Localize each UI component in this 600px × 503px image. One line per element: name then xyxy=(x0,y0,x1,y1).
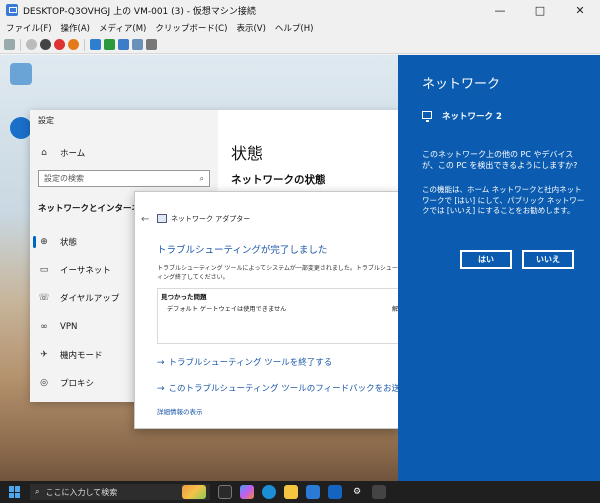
edge-desktop-icon[interactable] xyxy=(10,117,32,139)
taskbar-search-input[interactable]: ⌕ ここに入力して検索 xyxy=(30,484,210,500)
search-icon: ⌕ xyxy=(35,487,40,496)
nav-dialup-label: ダイヤルアップ xyxy=(60,294,120,304)
ctrl-alt-del-icon[interactable] xyxy=(4,39,15,50)
menu-file[interactable]: ファイル(F) xyxy=(6,22,52,34)
search-placeholder: 設定の検索 xyxy=(44,174,84,183)
file-explorer-icon[interactable] xyxy=(284,485,298,499)
menu-view[interactable]: 表示(V) xyxy=(236,22,265,34)
menu-action[interactable]: 操作(A) xyxy=(61,22,90,34)
recycle-bin-icon[interactable] xyxy=(10,63,32,85)
settings-gear-icon[interactable]: ⚙ xyxy=(350,485,364,499)
home-icon: ⌂ xyxy=(41,148,47,158)
search-highlight-art-icon xyxy=(182,485,206,499)
vpn-icon: ∞ xyxy=(40,322,48,332)
completion-heading: トラブルシューティングが完了しました xyxy=(157,245,328,256)
store-icon[interactable] xyxy=(306,485,320,499)
outlook-icon[interactable] xyxy=(328,485,342,499)
minimize-button[interactable]: — xyxy=(480,0,520,20)
menu-help[interactable]: ヘルプ(H) xyxy=(275,22,314,34)
window-title: DESKTOP-Q3OVHGJ 上の VM-001 (3) - 仮想マシン接続 xyxy=(23,6,256,17)
page-subtitle: ネットワークの状態 xyxy=(231,174,326,186)
network-tray-icon[interactable] xyxy=(372,485,386,499)
yes-button[interactable]: はい xyxy=(460,250,512,269)
vm-connect-icon xyxy=(6,4,18,16)
checkpoint-icon[interactable] xyxy=(118,39,129,50)
discovery-question: このネットワーク上の他の PC やデバイスが、この PC を検出できるようにしま… xyxy=(422,150,578,170)
save-icon[interactable] xyxy=(68,39,79,50)
phone-icon: ☏ xyxy=(38,293,50,303)
maximize-button[interactable]: □ xyxy=(520,0,560,20)
reset-icon[interactable] xyxy=(104,39,115,50)
toolbar-separator xyxy=(20,38,21,51)
turn-off-icon[interactable] xyxy=(40,39,51,50)
feedback-link[interactable]: →このトラブルシューティング ツールのフィードバックをお送りください xyxy=(157,382,400,394)
toolbar-separator xyxy=(84,38,85,51)
nav-airplane[interactable]: ✈ 機内モード xyxy=(38,349,103,361)
taskbar: ⌕ ここに入力して検索 ⚙ xyxy=(0,481,600,503)
globe-icon: ⊕ xyxy=(40,237,48,247)
flyout-title: ネットワーク xyxy=(422,77,501,92)
page-title: 状態 xyxy=(231,144,264,163)
monitor-network-icon xyxy=(422,111,432,122)
proxy-globe-icon: ◎ xyxy=(40,378,48,388)
problem-item: デフォルト ゲートウェイは使用できません xyxy=(167,306,287,313)
arrow-right-icon: → xyxy=(157,384,165,394)
windows-logo-icon xyxy=(9,486,14,492)
search-icon: ⌕ xyxy=(199,173,204,183)
pause-icon[interactable] xyxy=(90,39,101,50)
menu-media[interactable]: メディア(M) xyxy=(99,22,146,34)
feedback-label: このトラブルシューティング ツールのフィードバックをお送りください xyxy=(168,384,400,394)
network-flyout: ネットワーク ネットワーク 2 このネットワーク上の他の PC やデバイスが、こ… xyxy=(398,55,600,503)
dialog-title: ネットワーク アダプター xyxy=(171,215,251,223)
close-button[interactable]: ✕ xyxy=(560,0,600,20)
problems-found-box: 見つかった問題 デフォルト ゲートウェイは使用できません 解決済 xyxy=(157,288,399,344)
shutdown-icon[interactable] xyxy=(54,39,65,50)
back-arrow-icon[interactable]: ← xyxy=(141,214,149,225)
nav-home[interactable]: ⌂ ホーム xyxy=(38,147,85,159)
nav-vpn[interactable]: ∞ VPN xyxy=(38,321,77,333)
detail-info-link[interactable]: 詳細情報の表示 xyxy=(157,406,203,416)
troubleshooter-dialog: ← ネットワーク アダプター トラブルシューティングが完了しました トラブルシュ… xyxy=(134,191,400,429)
host-toolbar xyxy=(0,36,600,54)
settings-search-input[interactable]: 設定の検索 ⌕ xyxy=(38,170,210,187)
start-button[interactable] xyxy=(9,486,21,498)
completion-description: トラブルシューティング ツールによってシステムが一部変更されました。トラブルシュ… xyxy=(157,265,400,281)
nav-airplane-label: 機内モード xyxy=(60,351,103,361)
problems-header: 見つかった問題 xyxy=(161,293,207,301)
start-icon[interactable] xyxy=(26,39,37,50)
revert-icon[interactable] xyxy=(132,39,143,50)
nav-vpn-label: VPN xyxy=(60,322,78,332)
edge-icon[interactable] xyxy=(262,485,276,499)
taskbar-search-placeholder: ここに入力して検索 xyxy=(45,487,118,497)
host-menubar: ファイル(F) 操作(A) メディア(M) クリップボード(C) 表示(V) ヘ… xyxy=(0,20,600,36)
windows-logo-icon xyxy=(15,492,20,498)
task-view-icon[interactable] xyxy=(218,485,232,499)
close-troubleshooter-link[interactable]: → トラブルシューティング ツールを終了する xyxy=(157,356,332,368)
nav-status-label: 状態 xyxy=(60,238,78,248)
nav-ethernet[interactable]: ▭ イーサネット xyxy=(38,264,111,276)
active-indicator xyxy=(33,236,36,248)
nav-proxy-label: プロキシ xyxy=(60,379,95,389)
host-titlebar: DESKTOP-Q3OVHGJ 上の VM-001 (3) - 仮想マシン接続 … xyxy=(0,0,600,20)
nav-home-label: ホーム xyxy=(60,149,86,159)
guest-desktop: 設定 ⌂ ホーム 設定の検索 ⌕ ネットワークとインターネット ⊕ 状態 ▭ イ… xyxy=(0,55,600,503)
settings-title: 設定 xyxy=(38,116,54,125)
windows-logo-icon xyxy=(15,486,20,492)
nav-dialup[interactable]: ☏ ダイヤルアップ xyxy=(38,292,119,304)
copilot-icon[interactable] xyxy=(240,485,254,499)
menu-clipboard[interactable]: クリップボード(C) xyxy=(155,22,227,34)
airplane-icon: ✈ xyxy=(40,350,48,360)
no-button[interactable]: いいえ xyxy=(522,250,574,269)
arrow-right-icon: → xyxy=(157,358,165,368)
network-adapter-icon xyxy=(157,214,167,223)
nav-proxy[interactable]: ◎ プロキシ xyxy=(38,377,94,389)
ethernet-icon: ▭ xyxy=(39,265,49,275)
network-name: ネットワーク 2 xyxy=(442,112,502,122)
close-troubleshooter-label: トラブルシューティング ツールを終了する xyxy=(168,358,333,368)
enhanced-session-icon[interactable] xyxy=(146,39,157,50)
nav-status[interactable]: ⊕ 状態 xyxy=(38,236,77,248)
discovery-info: この機能は、ホーム ネットワークと社内ネットワークで [はい] にして、パブリッ… xyxy=(422,185,585,215)
windows-logo-icon xyxy=(9,492,14,498)
nav-ethernet-label: イーサネット xyxy=(60,266,111,276)
